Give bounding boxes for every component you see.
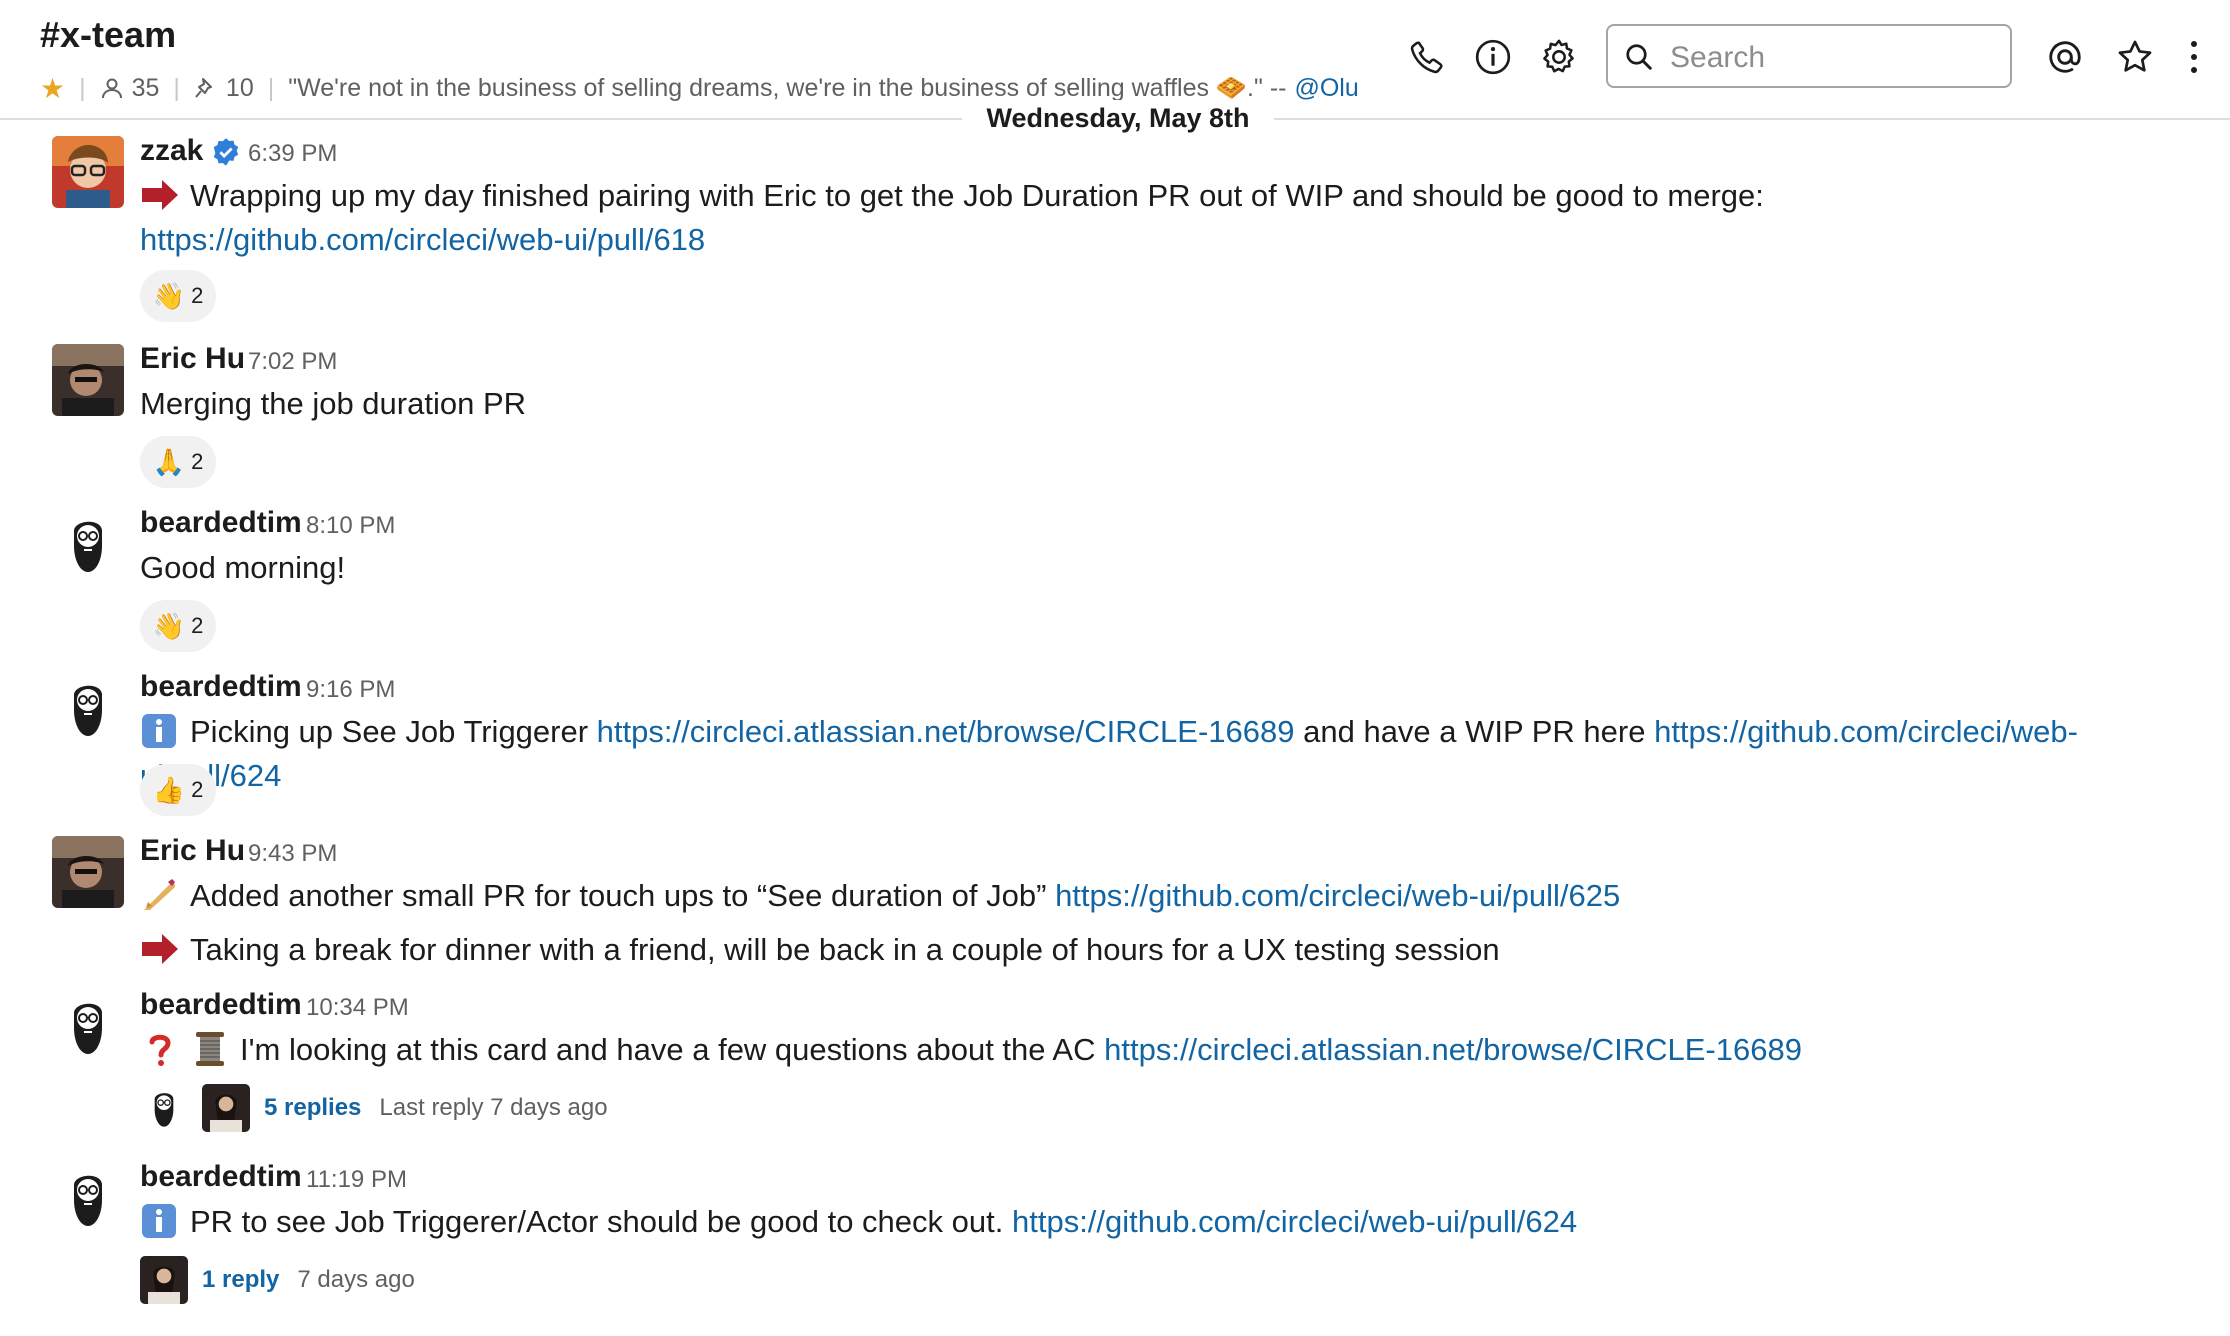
- divider: |: [79, 73, 86, 102]
- thread-last-reply: Last reply 7 days ago: [379, 1094, 608, 1121]
- topic-mention-link[interactable]: @Olu: [1294, 74, 1358, 103]
- pin-count[interactable]: 10: [194, 74, 254, 103]
- thread-summary[interactable]: 1 reply 7 days ago: [140, 1256, 415, 1304]
- reaction-count: 2: [191, 449, 204, 474]
- message-link[interactable]: https://circleci.atlassian.net/browse/CI…: [1104, 1032, 1802, 1067]
- reaction-pill[interactable]: 👋 2: [140, 600, 216, 652]
- folded-hands-emoji: 🙏: [152, 446, 186, 477]
- question-emoji: [140, 1032, 180, 1066]
- thread-spool-emoji: [190, 1032, 230, 1066]
- divider: |: [267, 73, 275, 102]
- message-timestamp[interactable]: 11:19 PM: [306, 1166, 407, 1194]
- thumbs-up-emoji: 👍: [152, 774, 186, 805]
- message-timestamp[interactable]: 6:39 PM: [248, 140, 337, 168]
- arrow-right-emoji: [140, 932, 180, 966]
- member-count[interactable]: 35: [100, 73, 160, 103]
- avatar[interactable]: [52, 990, 124, 1062]
- message-author[interactable]: Eric Hu: [140, 834, 245, 868]
- avatar[interactable]: [52, 136, 124, 208]
- message-author[interactable]: beardedtim: [140, 506, 302, 540]
- person-icon: [101, 78, 122, 99]
- message-timestamp[interactable]: 8:10 PM: [306, 512, 395, 540]
- avatar[interactable]: [52, 344, 124, 416]
- info-emoji: [140, 1204, 180, 1238]
- reaction-count: 2: [191, 777, 204, 802]
- avatar[interactable]: [52, 672, 124, 744]
- message-text: Picking up See Job Triggerer https://cir…: [140, 710, 2150, 798]
- arrow-right-emoji: [140, 178, 180, 212]
- message-author[interactable]: beardedtim: [140, 1160, 302, 1194]
- message-text: Added another small PR for touch ups to …: [140, 874, 2150, 918]
- member-count-value: 35: [131, 73, 160, 102]
- star-icon[interactable]: ★: [40, 72, 65, 105]
- phone-icon[interactable]: [1408, 38, 1446, 76]
- message-text: Taking a break for dinner with a friend,…: [140, 928, 2150, 972]
- message-author[interactable]: beardedtim: [140, 988, 302, 1022]
- avatar[interactable]: [52, 1162, 124, 1234]
- search-input[interactable]: [1668, 36, 1992, 80]
- thread-replies-link[interactable]: 5 replies: [264, 1094, 361, 1122]
- message-timestamp[interactable]: 9:16 PM: [306, 676, 395, 704]
- message-link[interactable]: https://github.com/circleci/web-ui/pull/…: [140, 222, 705, 257]
- gear-icon[interactable]: [1540, 38, 1578, 76]
- thread-last-reply: 7 days ago: [297, 1266, 415, 1293]
- divider: |: [173, 73, 180, 102]
- info-emoji: [140, 714, 180, 748]
- message-link[interactable]: https://github.com/circleci/web-ui/pull/…: [1012, 1204, 1577, 1239]
- verified-badge-icon: [214, 138, 239, 166]
- avatar: [140, 1256, 188, 1304]
- reaction-pill[interactable]: 🙏 2: [140, 436, 216, 488]
- waving-hand-emoji: 👋: [152, 610, 186, 641]
- waving-hand-emoji: 👋: [152, 280, 186, 311]
- pin-count-value: 10: [225, 73, 254, 102]
- message-author[interactable]: beardedtim: [140, 670, 302, 704]
- message-timestamp[interactable]: 10:34 PM: [306, 994, 409, 1022]
- message-text: Merging the job duration PR: [140, 386, 527, 421]
- avatar[interactable]: [52, 508, 124, 580]
- search-icon: [1626, 44, 1652, 70]
- pin-icon: [195, 78, 212, 98]
- message-timestamp[interactable]: 7:02 PM: [248, 348, 337, 376]
- message-timestamp[interactable]: 9:43 PM: [248, 840, 337, 868]
- channel-topic[interactable]: "We're not in the business of selling dr…: [288, 74, 1286, 103]
- reaction-count: 2: [191, 613, 204, 638]
- at-icon[interactable]: [2046, 38, 2084, 76]
- star-outline-icon[interactable]: [2116, 38, 2154, 76]
- message-link[interactable]: https://github.com/circleci/web-ui/pull/…: [1055, 878, 1620, 913]
- message-author[interactable]: zzak: [140, 134, 241, 168]
- avatar: [140, 1084, 188, 1132]
- more-icon[interactable]: [2176, 38, 2212, 76]
- avatar: [202, 1084, 250, 1132]
- channel-title[interactable]: #x-team: [40, 14, 176, 56]
- reaction-count: 2: [191, 283, 204, 308]
- message-author[interactable]: Eric Hu: [140, 342, 245, 376]
- thread-replies-link[interactable]: 1 reply: [202, 1266, 279, 1294]
- message-link[interactable]: https://circleci.atlassian.net/browse/CI…: [597, 714, 1295, 749]
- info-icon[interactable]: [1474, 38, 1512, 76]
- nail-care-emoji: [140, 878, 180, 912]
- message-text: Wrapping up my day finished pairing with…: [140, 178, 1764, 257]
- avatar[interactable]: [52, 836, 124, 908]
- reaction-pill[interactable]: 👋 2: [140, 270, 216, 322]
- search-box[interactable]: [1606, 24, 2012, 88]
- reaction-pill[interactable]: 👍 2: [140, 764, 216, 816]
- thread-summary[interactable]: 5 replies Last reply 7 days ago: [140, 1084, 608, 1132]
- message-text: PR to see Job Triggerer/Actor should be …: [140, 1200, 2150, 1244]
- message-text: I'm looking at this card and have a few …: [140, 1028, 2150, 1072]
- date-divider[interactable]: Wednesday, May 8th: [962, 100, 1274, 136]
- message-text: Good morning!: [140, 550, 346, 585]
